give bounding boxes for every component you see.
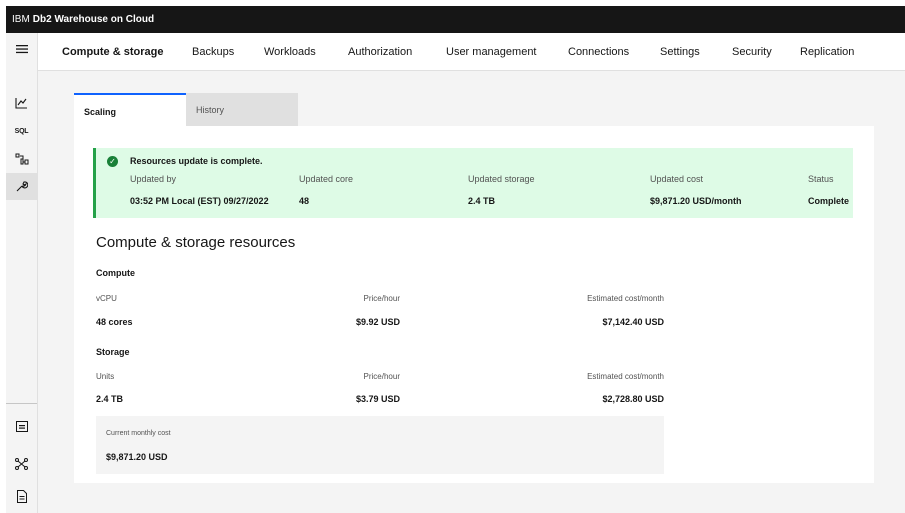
success-notification: ✓ Resources update is complete. Updated … bbox=[93, 148, 853, 218]
updated-storage-value: 2.4 TB bbox=[468, 196, 496, 206]
updated-by-label: Updated by bbox=[130, 174, 177, 184]
storage-estimate-value: $2,728.80 USD bbox=[602, 394, 664, 404]
compute-title: Compute bbox=[96, 268, 135, 278]
storage-estimate-label: Estimated cost/month bbox=[587, 372, 664, 381]
updated-core-value: 48 bbox=[299, 196, 310, 206]
subtab-history[interactable]: History bbox=[186, 93, 298, 126]
compute-estimate-label: Estimated cost/month bbox=[587, 294, 664, 303]
storage-price-value: $3.79 USD bbox=[355, 394, 400, 404]
top-bar: IBM Db2 Warehouse on Cloud bbox=[6, 6, 905, 33]
units-value: 2.4 TB bbox=[96, 394, 124, 404]
subtab-scaling[interactable]: Scaling bbox=[74, 93, 186, 126]
data-icon[interactable] bbox=[6, 145, 37, 172]
tab-backups[interactable]: Backups bbox=[192, 46, 234, 58]
main-nav: Compute & storage Backups Workloads Auth… bbox=[38, 33, 905, 71]
menu-icon[interactable] bbox=[6, 35, 37, 62]
monthly-cost-label: Current monthly cost bbox=[106, 430, 171, 437]
monthly-cost-value: $9,871.20 USD bbox=[106, 452, 168, 462]
tab-replication[interactable]: Replication bbox=[800, 46, 854, 58]
checkmark-icon: ✓ bbox=[107, 156, 118, 167]
sql-label: SQL bbox=[14, 128, 29, 135]
monthly-cost-tile: Current monthly cost $9,871.20 USD bbox=[96, 416, 664, 474]
vcpu-value: 48 cores bbox=[96, 317, 133, 327]
content-area: Scaling History ✓ Resources update is co… bbox=[38, 71, 905, 513]
storage-price-label: Price/hour bbox=[363, 372, 400, 381]
updated-storage-label: Updated storage bbox=[468, 174, 535, 184]
sql-icon[interactable]: SQL bbox=[6, 118, 37, 145]
section-title: Compute & storage resources bbox=[96, 234, 296, 251]
chart-icon[interactable] bbox=[6, 89, 37, 116]
tab-workloads[interactable]: Workloads bbox=[264, 46, 316, 58]
compute-estimate-value: $7,142.40 USD bbox=[602, 317, 664, 327]
status-label: Status bbox=[808, 174, 834, 184]
rail-divider bbox=[6, 403, 37, 404]
status-value: Complete bbox=[808, 196, 850, 206]
wrench-icon[interactable] bbox=[6, 173, 37, 200]
tab-security[interactable]: Security bbox=[732, 46, 772, 58]
console-icon[interactable] bbox=[6, 413, 37, 440]
updated-cost-label: Updated cost bbox=[650, 174, 704, 184]
left-rail: SQL bbox=[6, 33, 38, 513]
vcpu-label: vCPU bbox=[96, 294, 117, 303]
document-icon[interactable] bbox=[6, 483, 37, 510]
product-name[interactable]: Db2 Warehouse on Cloud bbox=[33, 14, 154, 25]
brand-prefix: IBM bbox=[12, 14, 30, 25]
notification-title: Resources update is complete. bbox=[130, 156, 263, 166]
compute-price-value: $9.92 USD bbox=[355, 317, 400, 327]
units-label: Units bbox=[96, 372, 115, 381]
scaling-panel: ✓ Resources update is complete. Updated … bbox=[74, 126, 874, 483]
tab-connections[interactable]: Connections bbox=[568, 46, 629, 58]
compute-price-label: Price/hour bbox=[363, 294, 400, 303]
updated-by-value: 03:52 PM Local (EST) 09/27/2022 bbox=[130, 196, 269, 206]
updated-cost-value: $9,871.20 USD/month bbox=[650, 196, 742, 206]
tab-user-management[interactable]: User management bbox=[446, 46, 537, 58]
storage-title: Storage bbox=[96, 347, 130, 357]
tab-settings[interactable]: Settings bbox=[660, 46, 700, 58]
network-icon[interactable] bbox=[6, 450, 37, 477]
updated-core-label: Updated core bbox=[299, 174, 354, 184]
tab-authorization[interactable]: Authorization bbox=[348, 46, 412, 58]
tab-compute-storage[interactable]: Compute & storage bbox=[62, 46, 163, 58]
